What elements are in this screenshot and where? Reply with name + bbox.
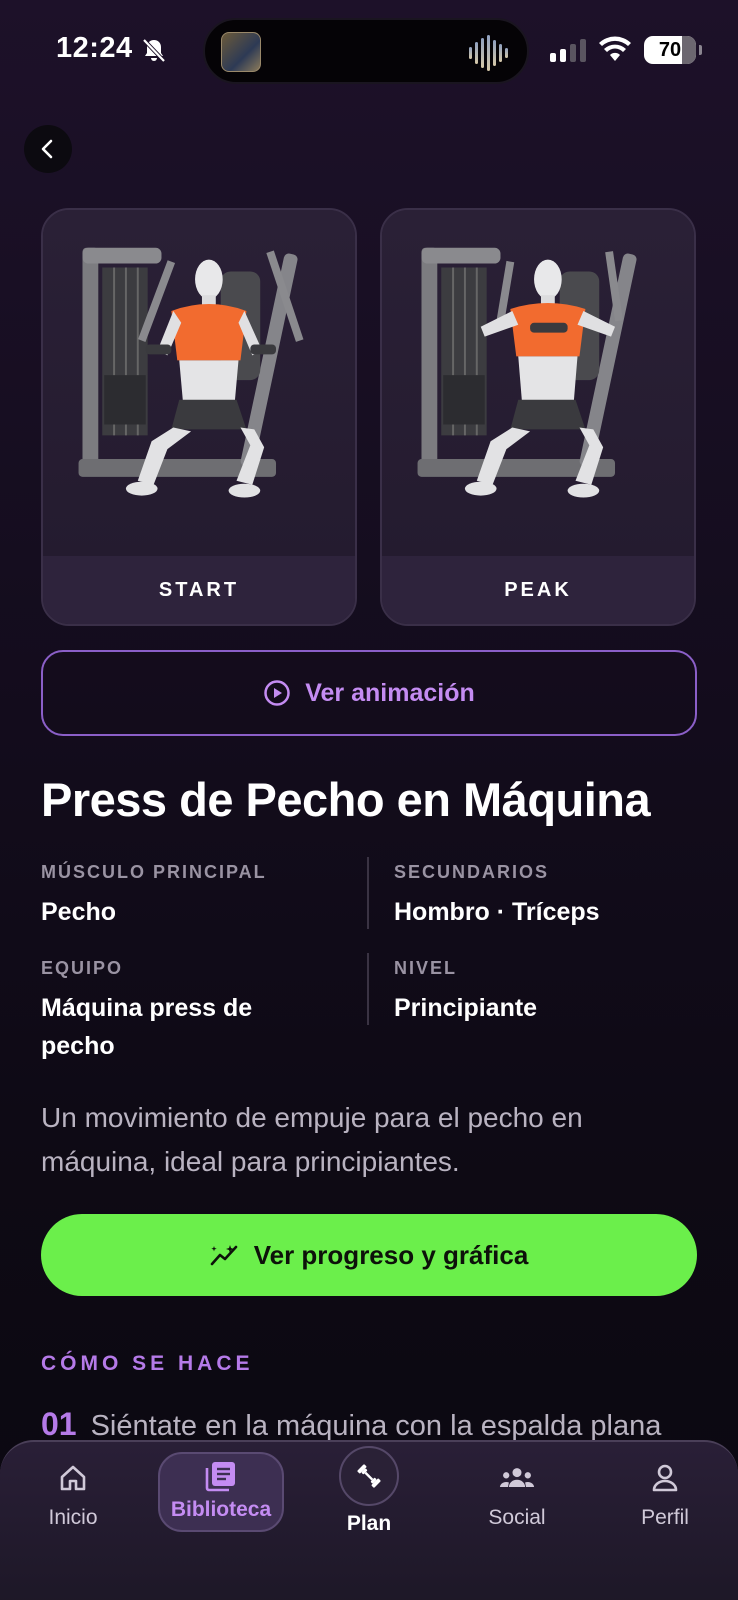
home-icon [60, 1465, 86, 1491]
peak-position-card[interactable]: PEAK [380, 208, 696, 626]
wifi-icon [599, 36, 631, 61]
start-position-card[interactable]: START [41, 208, 357, 626]
back-button[interactable] [24, 125, 72, 173]
nav-item-social[interactable]: Social [454, 1442, 580, 1562]
equipment-value: Máquina press de pecho [41, 994, 253, 1060]
exercise-description: Un movimiento de empuje para el pecho en… [41, 1102, 583, 1177]
bell-muted-icon [142, 38, 166, 63]
nav-item-plan[interactable]: Plan [306, 1442, 432, 1562]
audio-wave-icon [469, 34, 509, 72]
view-progress-button[interactable]: Ver progreso y gráfica [41, 1214, 697, 1296]
chest-press-start-illustration [43, 210, 355, 560]
secondary-muscles-value: Hombro · Tríceps [394, 898, 600, 926]
nav-item-inicio[interactable]: Inicio [10, 1442, 136, 1562]
dynamic-island[interactable] [203, 18, 529, 84]
view-animation-label: Ver animación [305, 678, 475, 707]
now-playing-artwork [221, 32, 261, 72]
chart-sparkle-icon [210, 1245, 238, 1266]
library-icon [205, 1462, 235, 1492]
bottom-navigation: Inicio Biblioteca Plan Social Perfil [0, 1440, 738, 1600]
exercise-title: Press de Pecho en Máquina [41, 773, 651, 826]
view-animation-button[interactable]: Ver animación [41, 650, 697, 736]
level-label: NIVEL [394, 958, 458, 978]
equipment-label: EQUIPO [41, 958, 124, 978]
meta-divider [367, 857, 369, 929]
level-value: Principiante [394, 994, 538, 1022]
status-time: 12:24 [56, 32, 133, 64]
step-text: Siéntate en la máquina con la espalda pl… [90, 1410, 662, 1442]
meta-divider [367, 953, 369, 1025]
chevron-left-icon [41, 139, 53, 159]
how-to-step: 01 Siéntate en la máquina con la espalda… [41, 1406, 661, 1443]
primary-muscle-label: MÚSCULO PRINCIPAL [41, 862, 267, 882]
step-number: 01 [41, 1406, 77, 1442]
nav-item-biblioteca[interactable]: Biblioteca [158, 1452, 284, 1532]
primary-muscle-value: Pecho [41, 898, 117, 926]
start-label: START [43, 556, 355, 624]
people-icon [499, 1468, 535, 1487]
play-circle-icon [264, 680, 290, 706]
chest-press-peak-illustration [382, 210, 694, 560]
status-bar: 12:24 70 [0, 0, 738, 100]
user-icon [652, 1464, 678, 1492]
dumbbell-icon [357, 1464, 381, 1488]
how-to-title: CÓMO SE HACE [41, 1352, 254, 1375]
view-progress-label: Ver progreso y gráfica [253, 1239, 529, 1270]
peak-label: PEAK [382, 556, 694, 624]
battery-indicator: 70 [644, 36, 702, 64]
cellular-signal-icon [550, 38, 586, 62]
nav-item-perfil[interactable]: Perfil [602, 1442, 728, 1562]
secondary-muscles-label: SECUNDARIOS [394, 862, 550, 882]
